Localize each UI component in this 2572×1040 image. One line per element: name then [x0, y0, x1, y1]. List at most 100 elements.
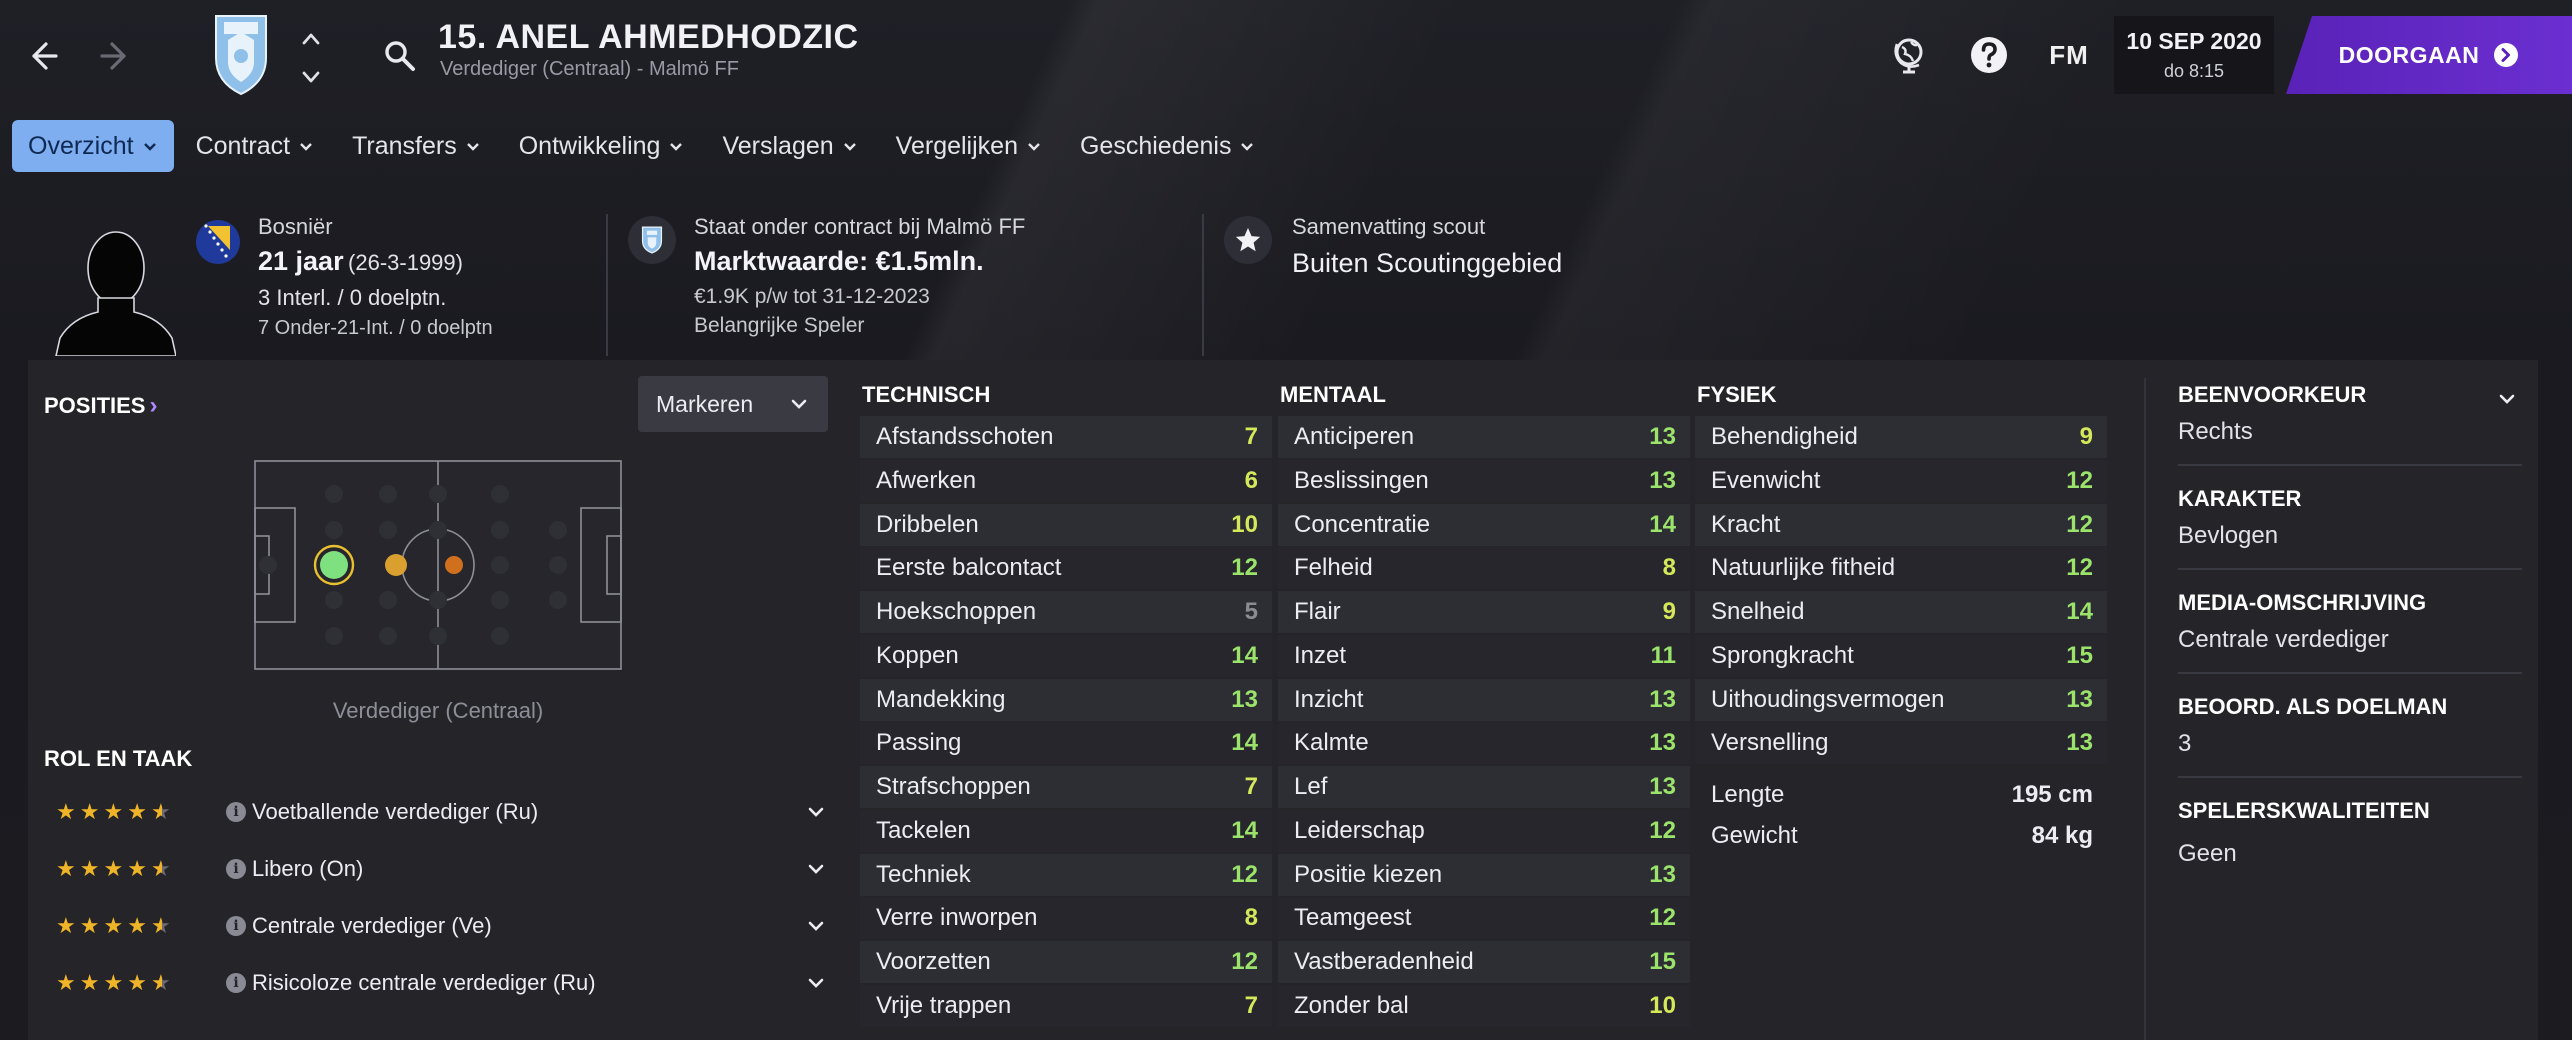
attribute-row[interactable]: Kalmte 13 — [1278, 722, 1690, 765]
attribute-row[interactable]: Vrije trappen 7 — [860, 984, 1272, 1027]
chevron-down-icon[interactable] — [300, 66, 322, 88]
preferred-foot[interactable]: BEENVOORKEUR Rechts — [2178, 382, 2522, 466]
attribute-row[interactable]: Afwerken 6 — [860, 459, 1272, 502]
attribute-row[interactable]: Inzicht 13 — [1278, 678, 1690, 721]
player-switcher[interactable] — [296, 28, 326, 88]
tab-geschiedenis[interactable]: Geschiedenis — [1064, 120, 1271, 172]
forward-button[interactable] — [88, 30, 144, 82]
attribute-row[interactable]: Uithoudingsvermogen 13 — [1695, 678, 2107, 721]
attribute-row[interactable]: Verre inworpen 8 — [860, 897, 1272, 940]
chevron-down-icon[interactable] — [806, 859, 826, 879]
attribute-row[interactable]: Beslissingen 13 — [1278, 459, 1690, 502]
attribute-row[interactable]: Concentratie 14 — [1278, 503, 1690, 546]
tab-vergelijken[interactable]: Vergelijken — [880, 120, 1058, 172]
attribute-row[interactable]: Teamgeest 12 — [1278, 897, 1690, 940]
attribute-row[interactable]: Passing 14 — [860, 722, 1272, 765]
continue-button[interactable]: DOORGAAN — [2286, 16, 2572, 94]
attribute-row[interactable]: Eerste balcontact 12 — [860, 547, 1272, 590]
info-icon[interactable]: i — [226, 916, 246, 936]
attribute-value: 15 — [2066, 641, 2093, 669]
attribute-row[interactable]: Positie kiezen 13 — [1278, 853, 1690, 896]
globe-button[interactable] — [1884, 30, 1934, 80]
attribute-row[interactable]: Hoekschoppen 5 — [860, 591, 1272, 633]
help-button[interactable] — [1964, 30, 2014, 80]
back-button[interactable] — [14, 30, 70, 82]
attribute-row[interactable]: Inzet 11 — [1278, 634, 1690, 677]
attribute-row[interactable]: Lef 13 — [1278, 766, 1690, 808]
attribute-row[interactable]: Evenwicht 12 — [1695, 459, 2107, 502]
natural-position-marker[interactable] — [320, 551, 348, 579]
tab-label: Geschiedenis — [1079, 131, 1232, 160]
attribute-row[interactable]: Leiderschap 12 — [1278, 809, 1690, 852]
chevron-down-icon[interactable] — [806, 916, 826, 936]
game-date[interactable]: 10 SEP 2020 do 8:15 — [2114, 16, 2274, 94]
caps-text[interactable]: 3 Interl. / 0 doelptn. — [258, 282, 493, 314]
attribute-row[interactable]: Voorzetten 12 — [860, 941, 1272, 983]
attribute-value: 6 — [1244, 466, 1258, 494]
attribute-value: 9 — [1662, 598, 1676, 625]
contract-status-text[interactable]: Staat onder contract bij Malmö FF — [694, 214, 1025, 246]
attribute-row[interactable]: Vastberadenheid 15 — [1278, 941, 1690, 983]
tab-overzicht[interactable]: Overzicht — [12, 120, 174, 172]
scout-star-icon[interactable] — [1224, 216, 1272, 264]
info-icon[interactable]: i — [226, 973, 246, 993]
attribute-row[interactable]: Felheid 8 — [1278, 547, 1690, 590]
attribute-value: 10 — [1649, 991, 1676, 1019]
attribute-row[interactable]: Snelheid 14 — [1695, 591, 2107, 633]
tab-verslagen[interactable]: Verslagen — [706, 120, 873, 172]
chevron-down-icon[interactable] — [806, 802, 826, 822]
attribute-row[interactable]: Tackelen 14 — [860, 809, 1272, 852]
unconvincing-position-marker[interactable] — [445, 556, 463, 574]
club-crest-icon[interactable] — [210, 12, 272, 96]
info-icon[interactable]: i — [226, 802, 246, 822]
club-badge-icon[interactable] — [628, 216, 676, 264]
chevron-down-icon[interactable] — [806, 973, 826, 993]
accomplished-position-marker[interactable] — [385, 554, 407, 576]
role-row[interactable]: ★ ★ ★ ★ ★ i Risicoloze centrale verdediger (Ru… — [44, 957, 834, 1009]
attribute-row[interactable]: Behendigheid 9 — [1695, 416, 2107, 458]
attribute-name: Afwerken — [876, 466, 977, 494]
technical-title: TECHNISCH — [862, 382, 991, 407]
role-row[interactable]: ★ ★ ★ ★ ★ i Voetballende verdediger (Ru) — [44, 786, 834, 838]
role-row[interactable]: ★ ★ ★ ★ ★ i Centrale verdediger (Ve) — [44, 900, 834, 952]
tab-label: Verslagen — [722, 131, 834, 160]
star-icon: ★ — [127, 856, 147, 881]
search-icon[interactable] — [380, 36, 420, 76]
attribute-row[interactable]: Afstandsschoten 7 — [860, 416, 1272, 458]
tab-ontwikkeling[interactable]: Ontwikkeling — [503, 120, 701, 172]
attribute-row[interactable]: Flair 9 — [1278, 591, 1690, 633]
attribute-row[interactable]: Dribbelen 10 — [860, 503, 1272, 546]
detail-label: BEOORD. ALS DOELMAN — [2178, 694, 2448, 719]
chevron-up-icon[interactable] — [300, 28, 322, 50]
attribute-name: Vrije trappen — [876, 991, 1012, 1019]
attribute-name: Inzet — [1294, 641, 1347, 669]
chevron-down-icon — [300, 143, 312, 151]
attribute-row[interactable]: Koppen 14 — [860, 634, 1272, 677]
attribute-row[interactable]: Strafschoppen 7 — [860, 766, 1272, 808]
attribute-row[interactable]: Sprongkracht 15 — [1695, 634, 2107, 677]
positions-link[interactable]: POSITIES › — [44, 392, 157, 420]
personality: KARAKTER Bevlogen — [2178, 486, 2522, 570]
nationality-flag-icon[interactable] — [196, 220, 240, 264]
attribute-name: Lef — [1294, 773, 1328, 800]
u21-caps-text[interactable]: 7 Onder-21-Int. / 0 doelptn — [258, 314, 493, 342]
attribute-row[interactable]: Techniek 12 — [860, 853, 1272, 896]
chevron-down-icon[interactable] — [2496, 388, 2518, 410]
star-icon: ★ — [56, 856, 76, 881]
attribute-row[interactable]: Kracht 12 — [1695, 503, 2107, 546]
fm-menu-button[interactable]: FM — [2044, 30, 2094, 80]
attribute-value: 8 — [1662, 554, 1676, 582]
role-row[interactable]: ★ ★ ★ ★ ★ i Libero (On) — [44, 843, 834, 895]
attribute-value: 7 — [1244, 773, 1258, 800]
attribute-row[interactable]: Versnelling 13 — [1695, 722, 2107, 765]
height-row: Lengte 195 cm — [1695, 774, 2107, 815]
attribute-name: Hoekschoppen — [876, 598, 1037, 625]
mark-dropdown[interactable]: Markeren — [638, 376, 828, 432]
tab-contract[interactable]: Contract — [180, 120, 330, 172]
info-icon[interactable]: i — [226, 859, 246, 879]
tab-transfers[interactable]: Transfers — [336, 120, 497, 172]
attribute-row[interactable]: Anticiperen 13 — [1278, 416, 1690, 458]
attribute-row[interactable]: Zonder bal 10 — [1278, 984, 1690, 1027]
attribute-row[interactable]: Natuurlijke fitheid 12 — [1695, 547, 2107, 590]
attribute-row[interactable]: Mandekking 13 — [860, 678, 1272, 721]
